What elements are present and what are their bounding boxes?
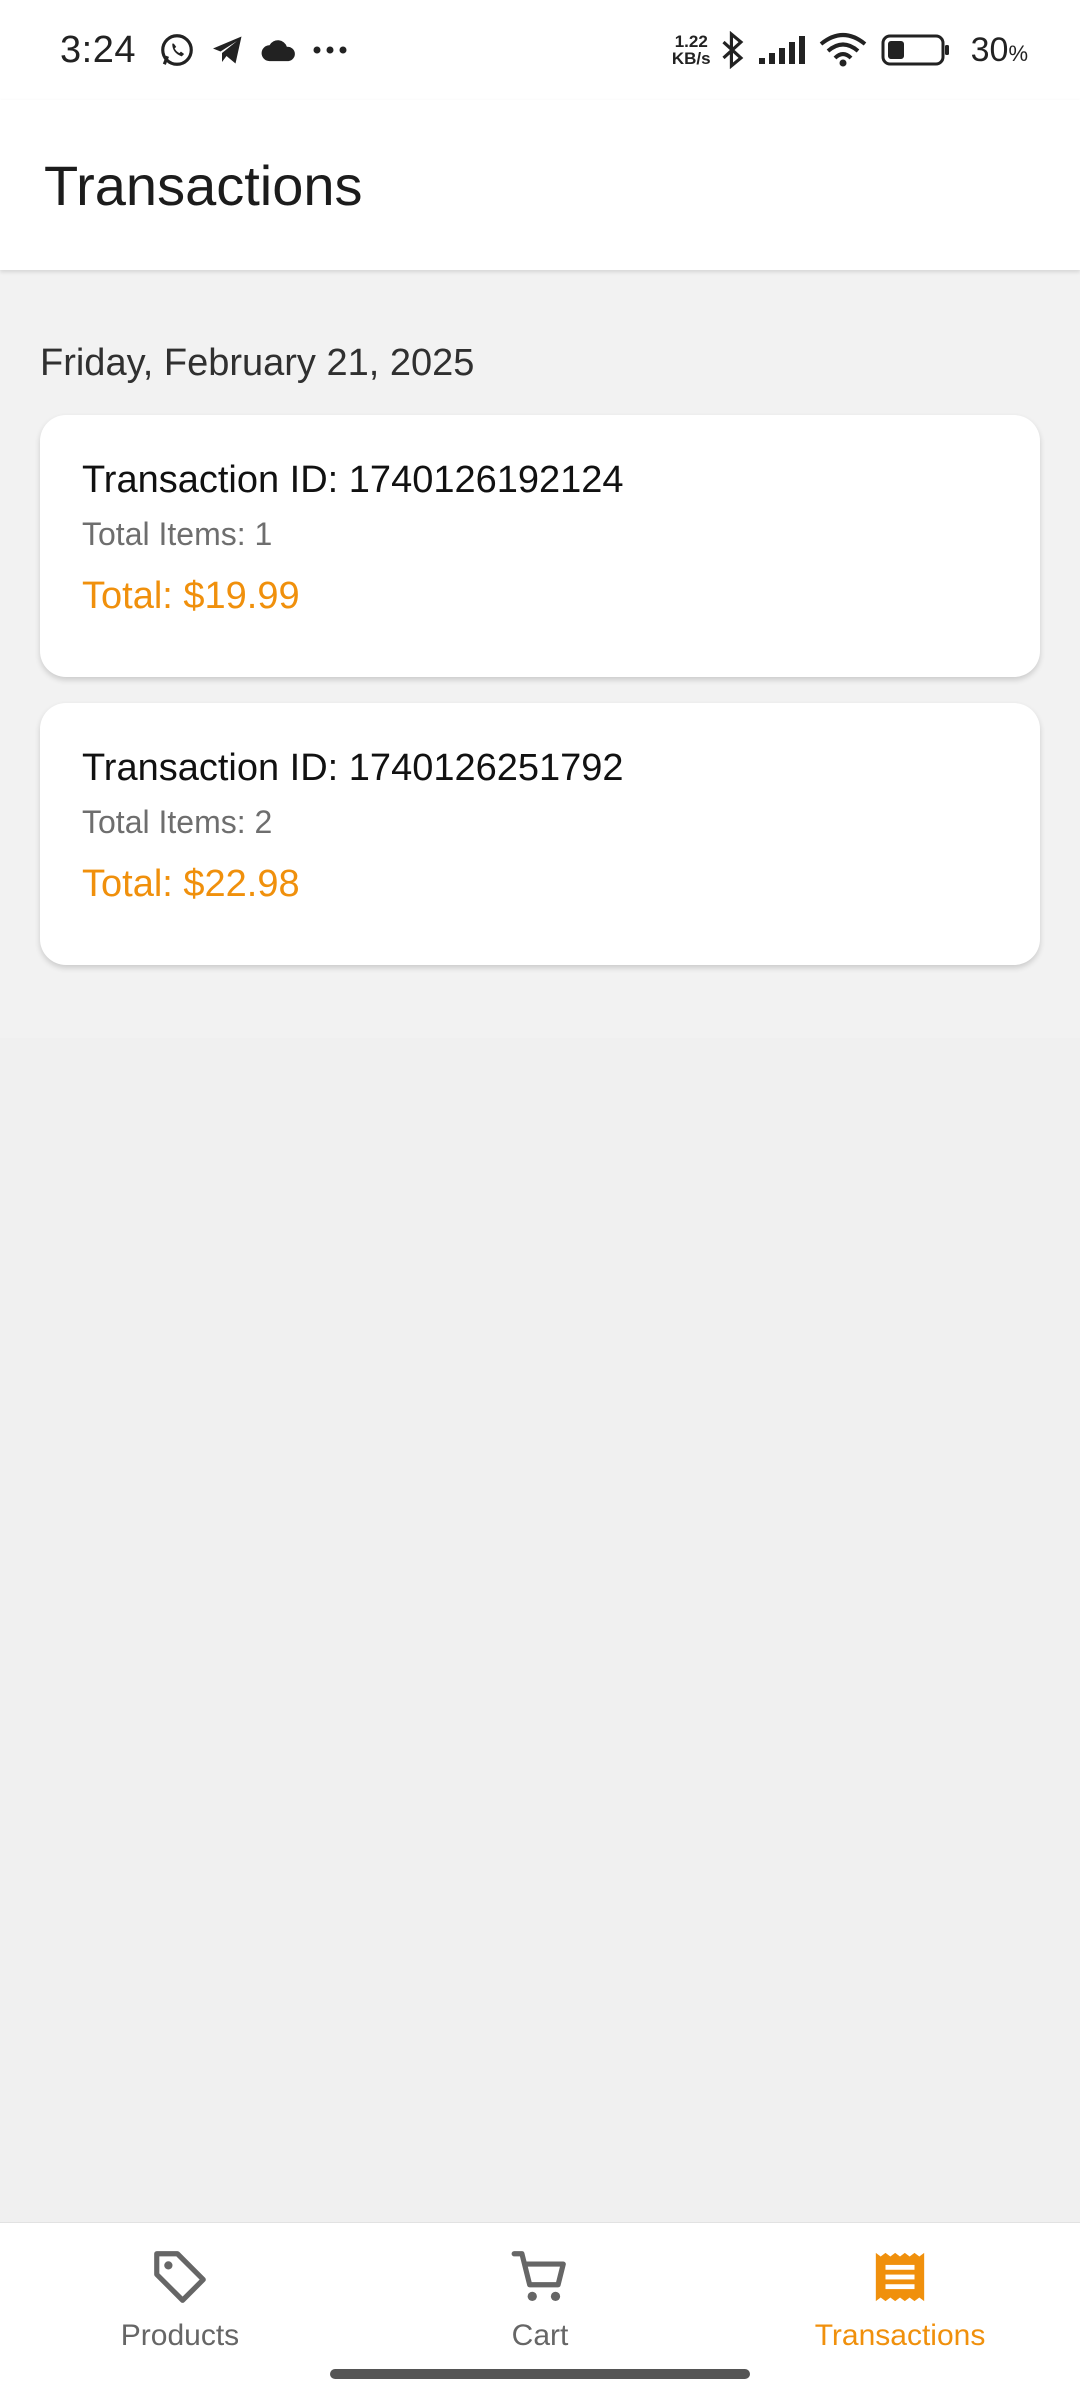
transaction-items: Total Items: 2 [82,804,273,840]
wifi-icon [819,32,867,68]
page-title: Transactions [44,153,363,217]
transaction-total: Total: $22.98 [82,863,300,905]
nav-item-products[interactable]: Products [0,2223,360,2400]
nav-label-cart: Cart [511,2319,569,2352]
home-indicator[interactable] [330,2369,750,2379]
nav-item-transactions[interactable]: Transactions [720,2223,1080,2400]
whatsapp-icon [158,31,196,69]
app-bar: Transactions [0,100,1080,270]
network-speed-unit: KB/s [671,49,711,68]
network-speed-value: 1.22 [674,32,708,51]
receipt-icon [868,2245,932,2309]
status-time: 3:24 [60,28,136,71]
telegram-icon [210,32,246,68]
more-icon [312,45,348,55]
battery-level: 30% [971,31,1028,70]
battery-icon [881,33,951,67]
battery-value: 30 [970,30,1009,69]
transactions-list: Friday, February 21, 2025 Transaction ID… [0,270,1080,1038]
transaction-id: Transaction ID: 1740126192124 [82,459,624,501]
date-header: Friday, February 21, 2025 [40,342,475,384]
transaction-card[interactable]: Transaction ID: 1740126192124 Total Item… [40,415,1040,677]
cloud-icon [260,35,298,65]
bluetooth-icon [721,31,745,69]
status-bar: 3:24 1.22 KB/s 30% [0,0,1080,100]
nav-label-products: Products [120,2319,240,2352]
tag-icon [148,2245,212,2309]
signal-icon [758,36,805,64]
battery-unit: % [1008,40,1028,66]
screen: 3:24 1.22 KB/s 30% Transactions Friday, … [0,0,1080,2400]
transaction-total: Total: $19.99 [82,575,300,617]
nav-label-transactions: Transactions [814,2319,986,2352]
network-speed: 1.22 KB/s [672,33,711,67]
transaction-id: Transaction ID: 1740126251792 [82,747,624,789]
transaction-card[interactable]: Transaction ID: 1740126251792 Total Item… [40,703,1040,965]
transaction-items: Total Items: 1 [82,516,273,552]
cart-icon [508,2245,572,2309]
